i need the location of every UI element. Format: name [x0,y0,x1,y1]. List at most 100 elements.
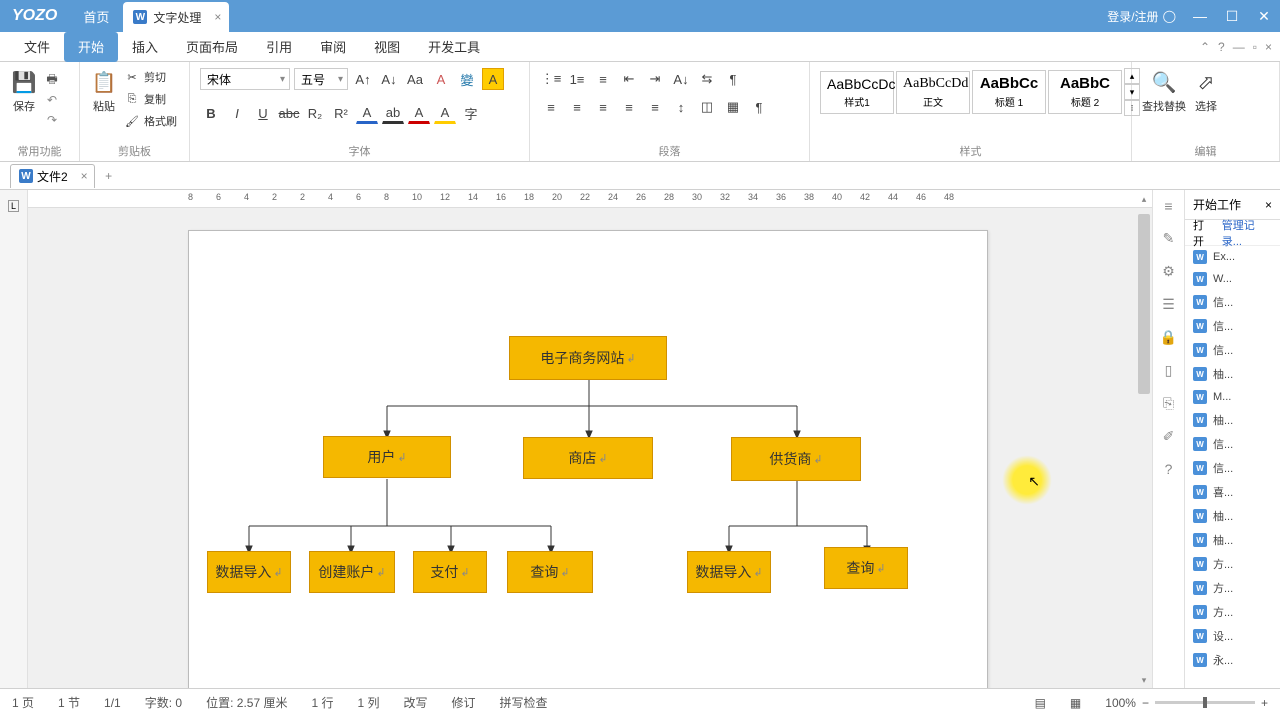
recent-file-item[interactable]: W信... [1185,456,1280,480]
new-tab-button[interactable]: + [99,169,119,183]
recent-file-item[interactable]: W信... [1185,338,1280,362]
recent-file-item[interactable]: W柚... [1185,408,1280,432]
paste-button[interactable]: 📋 粘贴 [90,68,118,114]
style-heading1[interactable]: AaBbCc标题 1 [972,70,1046,114]
document-type-tab[interactable]: W 文字处理 × [123,2,229,32]
status-wordcount[interactable]: 字数: 0 [145,694,182,711]
vertical-scrollbar[interactable]: ▴ ▾ [1136,210,1152,688]
format-painter-button[interactable]: 🖌格式刷 [124,112,177,130]
select-button[interactable]: ⬀ 选择 [1192,68,1220,114]
maximize-button[interactable]: ☐ [1216,0,1248,32]
zoom-slider[interactable] [1155,701,1255,704]
enclose-icon[interactable]: 字 [460,102,482,124]
ribbon-restore-icon[interactable]: ▫ [1253,40,1257,54]
chart-node[interactable]: 查询↲ [824,547,908,589]
recent-file-item[interactable]: W永... [1185,648,1280,672]
editor-area[interactable]: 8642246810121416182022242628303234363840… [28,190,1152,688]
indent-inc-icon[interactable]: ⇥ [644,68,666,90]
side-nav-icon[interactable]: ☰ [1162,296,1175,313]
chart-node[interactable]: 查询↲ [507,551,593,593]
menu-dev[interactable]: 开发工具 [414,32,494,62]
zoom-out-icon[interactable]: − [1142,696,1149,710]
recent-file-item[interactable]: WEx... [1185,246,1280,268]
grow-font-icon[interactable]: A↑ [352,68,374,90]
menu-layout[interactable]: 页面布局 [172,32,252,62]
status-revision[interactable]: 修订 [452,694,476,711]
side-bookmark-icon[interactable]: ▯ [1165,362,1173,379]
print-icon[interactable]: 🖶 [44,72,60,88]
sort-icon[interactable]: A↓ [670,68,692,90]
recent-file-item[interactable]: W方... [1185,600,1280,624]
login-link[interactable]: 登录/注册 ◯ [1099,8,1184,25]
side-note-icon[interactable]: ✐ [1163,428,1175,445]
recent-file-item[interactable]: W信... [1185,314,1280,338]
zoom-value[interactable]: 100% [1105,696,1136,710]
para-icon[interactable]: ¶ [748,96,770,118]
scroll-up-icon[interactable]: ▴ [1136,194,1152,205]
align-left-icon[interactable]: ≡ [540,96,562,118]
save-button[interactable]: 💾 保存 [10,68,38,114]
page-canvas[interactable]: 电子商务网站↲ 用户↲ 商店↲ 供货商↲ 数据导入↲ 创建账户↲ 支付↲ 查询↲… [188,230,988,688]
underline-button[interactable]: U [252,102,274,124]
status-page[interactable]: 1 页 [12,694,34,711]
strike-button[interactable]: abc [278,102,300,124]
font-fill-icon[interactable]: A [408,102,430,124]
recent-file-item[interactable]: WM... [1185,386,1280,408]
align-right-icon[interactable]: ≡ [592,96,614,118]
style-style1[interactable]: AaBbCcDc样式1 [820,71,894,114]
recent-file-item[interactable]: W信... [1185,432,1280,456]
chart-node[interactable]: 商店↲ [523,437,653,479]
collapse-ribbon-icon[interactable]: ⌃ [1200,40,1210,54]
chart-node[interactable]: 用户↲ [323,436,451,478]
status-pages[interactable]: 1/1 [104,696,121,710]
show-marks-icon[interactable]: ¶ [722,68,744,90]
chart-node-root[interactable]: 电子商务网站↲ [509,336,667,380]
open-tab[interactable]: 打开 [1193,217,1214,249]
close-button[interactable]: ✕ [1248,0,1280,32]
superscript-button[interactable]: R² [330,102,352,124]
recent-file-item[interactable]: W柚... [1185,504,1280,528]
chart-node[interactable]: 创建账户↲ [309,551,395,593]
justify-icon[interactable]: ≡ [618,96,640,118]
menu-insert[interactable]: 插入 [118,32,172,62]
close-icon[interactable]: × [214,10,221,24]
distribute-icon[interactable]: ≡ [644,96,666,118]
chart-node[interactable]: 供货商↲ [731,437,861,481]
view-print-icon[interactable]: ▤ [1035,696,1046,710]
ribbon-min-icon[interactable]: — [1233,40,1245,54]
recent-file-item[interactable]: W喜... [1185,480,1280,504]
phonetic-icon[interactable]: 變 [456,68,478,90]
home-tab[interactable]: 首页 [69,0,123,32]
style-normal[interactable]: AaBbCcDd正文 [896,71,970,114]
find-replace-button[interactable]: 🔍 查找替换 [1142,68,1186,114]
side-settings-icon[interactable]: ⚙ [1162,263,1175,280]
view-web-icon[interactable]: ▦ [1070,696,1081,710]
clear-format-icon[interactable]: A [430,68,452,90]
status-spellcheck[interactable]: 拼写检查 [500,694,548,711]
recent-file-item[interactable]: WW... [1185,268,1280,290]
doc-tab[interactable]: W 文件2 × [10,164,95,188]
redo-icon[interactable]: ↷ [44,112,60,128]
history-link[interactable]: 管理记录... [1222,217,1272,249]
menu-start[interactable]: 开始 [64,32,118,62]
ribbon-close-icon[interactable]: × [1265,40,1272,54]
zoom-control[interactable]: 100% − + [1105,696,1268,710]
indent-dec-icon[interactable]: ⇤ [618,68,640,90]
status-overwrite[interactable]: 改写 [404,694,428,711]
help-icon[interactable]: ? [1218,40,1225,54]
font-color-icon[interactable]: A [356,102,378,124]
menu-ref[interactable]: 引用 [252,32,306,62]
close-icon[interactable]: × [1265,198,1272,212]
font-size-select[interactable]: 五号 [294,68,348,90]
recent-file-item[interactable]: W柚... [1185,528,1280,552]
side-edit-icon[interactable]: ✎ [1163,230,1175,247]
status-section[interactable]: 1 节 [58,694,80,711]
recent-file-item[interactable]: W设... [1185,624,1280,648]
recent-file-item[interactable]: W柚... [1185,362,1280,386]
menu-review[interactable]: 审阅 [306,32,360,62]
highlight-icon[interactable]: A [482,68,504,90]
tab-selector[interactable]: L [8,200,19,212]
recent-file-item[interactable]: W信... [1185,290,1280,314]
chart-node[interactable]: 支付↲ [413,551,487,593]
bold-button[interactable]: B [200,102,222,124]
